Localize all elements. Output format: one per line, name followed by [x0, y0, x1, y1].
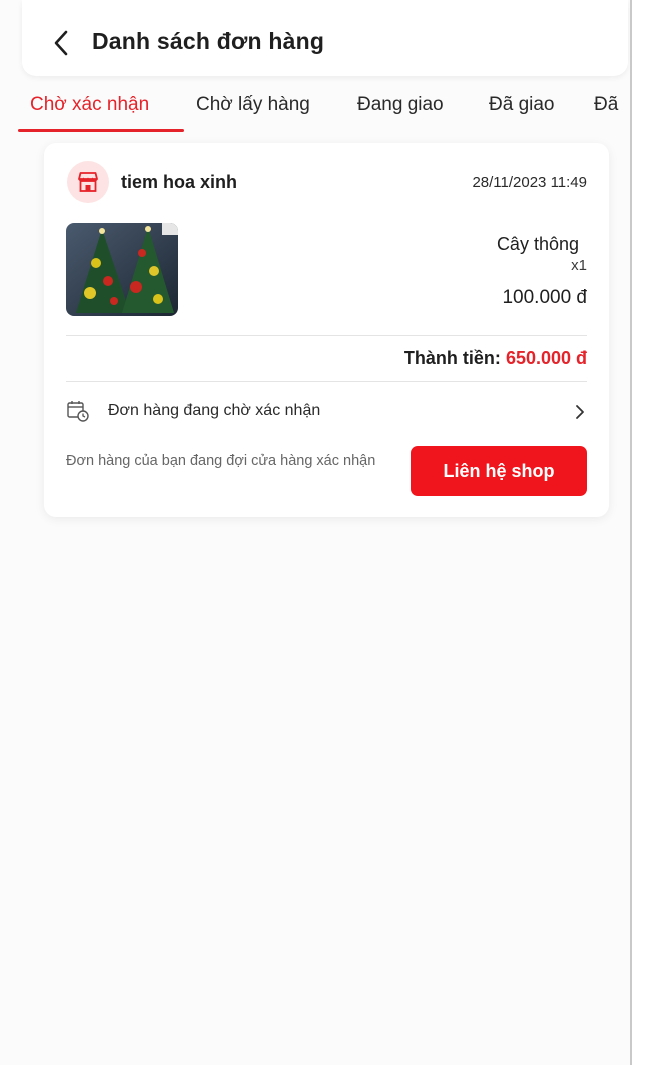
tab-da-giao[interactable]: Đã giao	[489, 94, 555, 116]
page-title: Danh sách đơn hàng	[92, 28, 325, 54]
order-status-tabs: Chờ xác nhận Chờ lấy hàng Đang giao Đã g…	[0, 84, 630, 132]
top-app-bar: Danh sách đơn hàng	[22, 0, 628, 76]
divider	[66, 335, 587, 336]
tab-cho-lay-hang[interactable]: Chờ lấy hàng	[196, 94, 310, 116]
tab-da-huy[interactable]: Đã	[594, 94, 618, 116]
chevron-right-icon	[576, 405, 584, 419]
order-status-row[interactable]: Đơn hàng đang chờ xác nhận	[66, 397, 587, 427]
total-label: Thành tiền:	[403, 348, 501, 368]
chevron-left-icon	[54, 30, 68, 56]
contact-shop-button[interactable]: Liên hệ shop	[411, 446, 587, 496]
store-icon	[78, 172, 98, 192]
product-name: Cây thông	[496, 234, 579, 254]
divider	[66, 381, 587, 382]
shop-avatar	[67, 161, 109, 203]
product-price: 100.000 đ	[502, 287, 587, 308]
total-value: 650.000 đ	[505, 348, 587, 368]
tab-cho-xac-nhan[interactable]: Chờ xác nhận	[30, 94, 149, 116]
tab-dang-giao[interactable]: Đang giao	[357, 94, 444, 116]
order-total: Thành tiền: 650.000 đ	[404, 348, 587, 369]
phone-screen: Danh sách đơn hàng Chờ xác nhận Chờ lấy …	[0, 0, 632, 1065]
order-status-text: Đơn hàng đang chờ xác nhận	[108, 402, 321, 419]
product-image[interactable]	[66, 223, 178, 316]
back-button[interactable]	[46, 26, 76, 60]
order-date: 28/11/2023 11:49	[472, 174, 587, 191]
christmas-tree-photo	[66, 223, 178, 316]
shop-name[interactable]: tiem hoa xinh	[121, 172, 237, 193]
product-quantity: x1	[571, 257, 587, 274]
waiting-note: Đơn hàng của bạn đang đợi cửa hàng xác n…	[66, 453, 376, 469]
order-card[interactable]: tiem hoa xinh 28/11/2023 11:49 Cây thông…	[44, 143, 609, 517]
active-tab-indicator	[18, 129, 184, 132]
clock-calendar-icon	[67, 401, 89, 422]
